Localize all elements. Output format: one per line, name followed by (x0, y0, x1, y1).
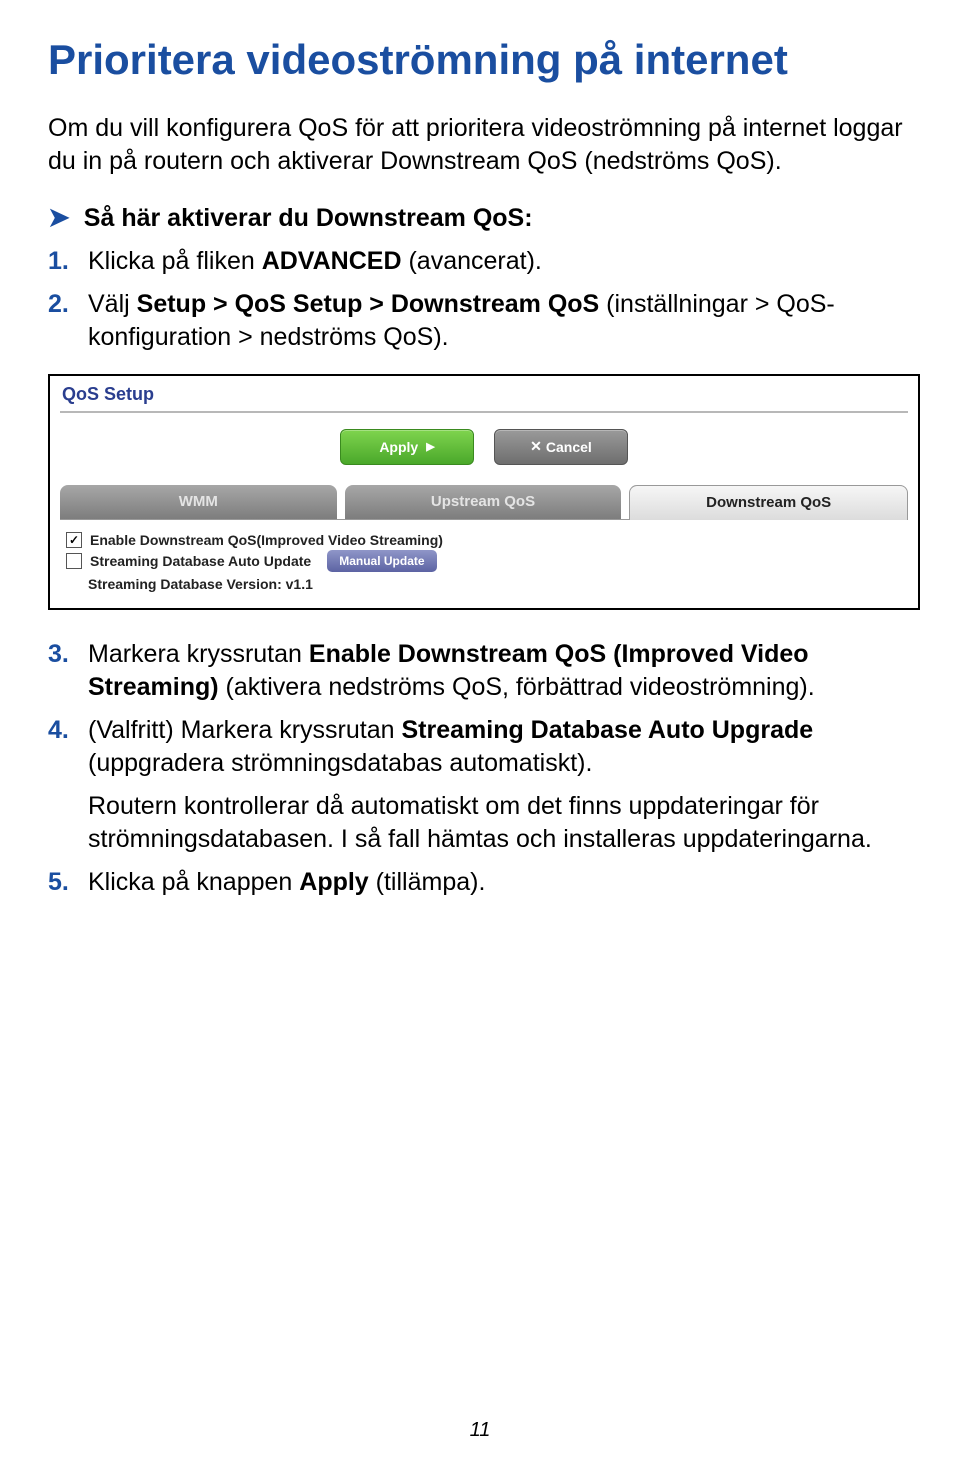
streaming-db-version: Streaming Database Version: v1.1 (88, 576, 902, 592)
step-3: 3. Markera kryssrutan Enable Downstream … (48, 638, 920, 704)
tab-downstream-qos[interactable]: Downstream QoS (629, 485, 908, 520)
step-number: 2. (48, 288, 88, 354)
step-bold: ADVANCED (262, 247, 402, 275)
procedure-heading-text: Så här aktiverar du Downstream QoS: (84, 202, 533, 235)
step-4-followup: Routern kontrollerar då automatiskt om d… (88, 790, 920, 856)
bullet-triangle-icon: ➤ (48, 202, 70, 233)
panel-title: QoS Setup (62, 384, 908, 405)
step-text: (uppgradera strömningsdatabas automatisk… (88, 749, 592, 777)
intro-paragraph: Om du vill konfigurera QoS för att prior… (48, 112, 920, 178)
tab-upstream-qos[interactable]: Upstream QoS (345, 485, 622, 519)
step-5: 5. Klicka på knappen Apply (tillämpa). (48, 866, 920, 899)
step-text: (Valfritt) Markera kryssrutan (88, 716, 401, 744)
version-label: Streaming Database Version: (88, 576, 282, 592)
step-text: (tillämpa). (369, 868, 486, 896)
step-text: Klicka på fliken (88, 247, 262, 275)
step-text: (aktivera nedströms QoS, förbättrad vide… (219, 673, 815, 701)
qos-setup-figure: QoS Setup Apply ▶ ✕Cancel WMM Upstream Q… (48, 374, 920, 610)
version-value: v1.1 (286, 576, 313, 592)
step-bold: Apply (299, 868, 368, 896)
step-2: 2. Välj Setup > QoS Setup > Downstream Q… (48, 288, 920, 354)
step-number: 3. (48, 638, 88, 704)
step-1: 1. Klicka på fliken ADVANCED (avancerat)… (48, 245, 920, 278)
checkbox-row-auto-update[interactable]: Streaming Database Auto Update Manual Up… (66, 550, 902, 572)
step-text: Välj (88, 290, 137, 318)
checkbox-checked-icon[interactable]: ✓ (66, 532, 82, 548)
step-bold: Streaming Database Auto Upgrade (401, 716, 813, 744)
step-text: Klicka på knappen (88, 868, 299, 896)
apply-button[interactable]: Apply ▶ (340, 429, 474, 465)
step-number: 1. (48, 245, 88, 278)
step-text: (avancerat). (402, 247, 542, 275)
step-bold: Setup > QoS Setup > Downstream QoS (137, 290, 600, 318)
step-text: Markera kryssrutan (88, 640, 309, 668)
play-icon: ▶ (426, 440, 434, 453)
step-4: 4. (Valfritt) Markera kryssrutan Streami… (48, 714, 920, 780)
divider (60, 411, 908, 413)
step-number: 5. (48, 866, 88, 899)
checkbox-unchecked-icon[interactable] (66, 553, 82, 569)
checkbox-label: Streaming Database Auto Update (90, 553, 311, 569)
page-number: 11 (0, 1419, 960, 1442)
apply-button-label: Apply (379, 439, 418, 455)
cancel-button-label: Cancel (546, 439, 592, 455)
tab-wmm[interactable]: WMM (60, 485, 337, 519)
checkbox-label: Enable Downstream QoS(Improved Video Str… (90, 532, 443, 548)
step-number: 4. (48, 714, 88, 780)
procedure-heading: ➤ Så här aktiverar du Downstream QoS: (48, 202, 920, 235)
close-icon: ✕ (530, 438, 542, 455)
page-title: Prioritera videoströmning på internet (48, 36, 920, 84)
cancel-button[interactable]: ✕Cancel (494, 429, 628, 465)
checkbox-row-enable-downstream[interactable]: ✓ Enable Downstream QoS(Improved Video S… (66, 532, 902, 548)
manual-update-button[interactable]: Manual Update (327, 550, 436, 572)
